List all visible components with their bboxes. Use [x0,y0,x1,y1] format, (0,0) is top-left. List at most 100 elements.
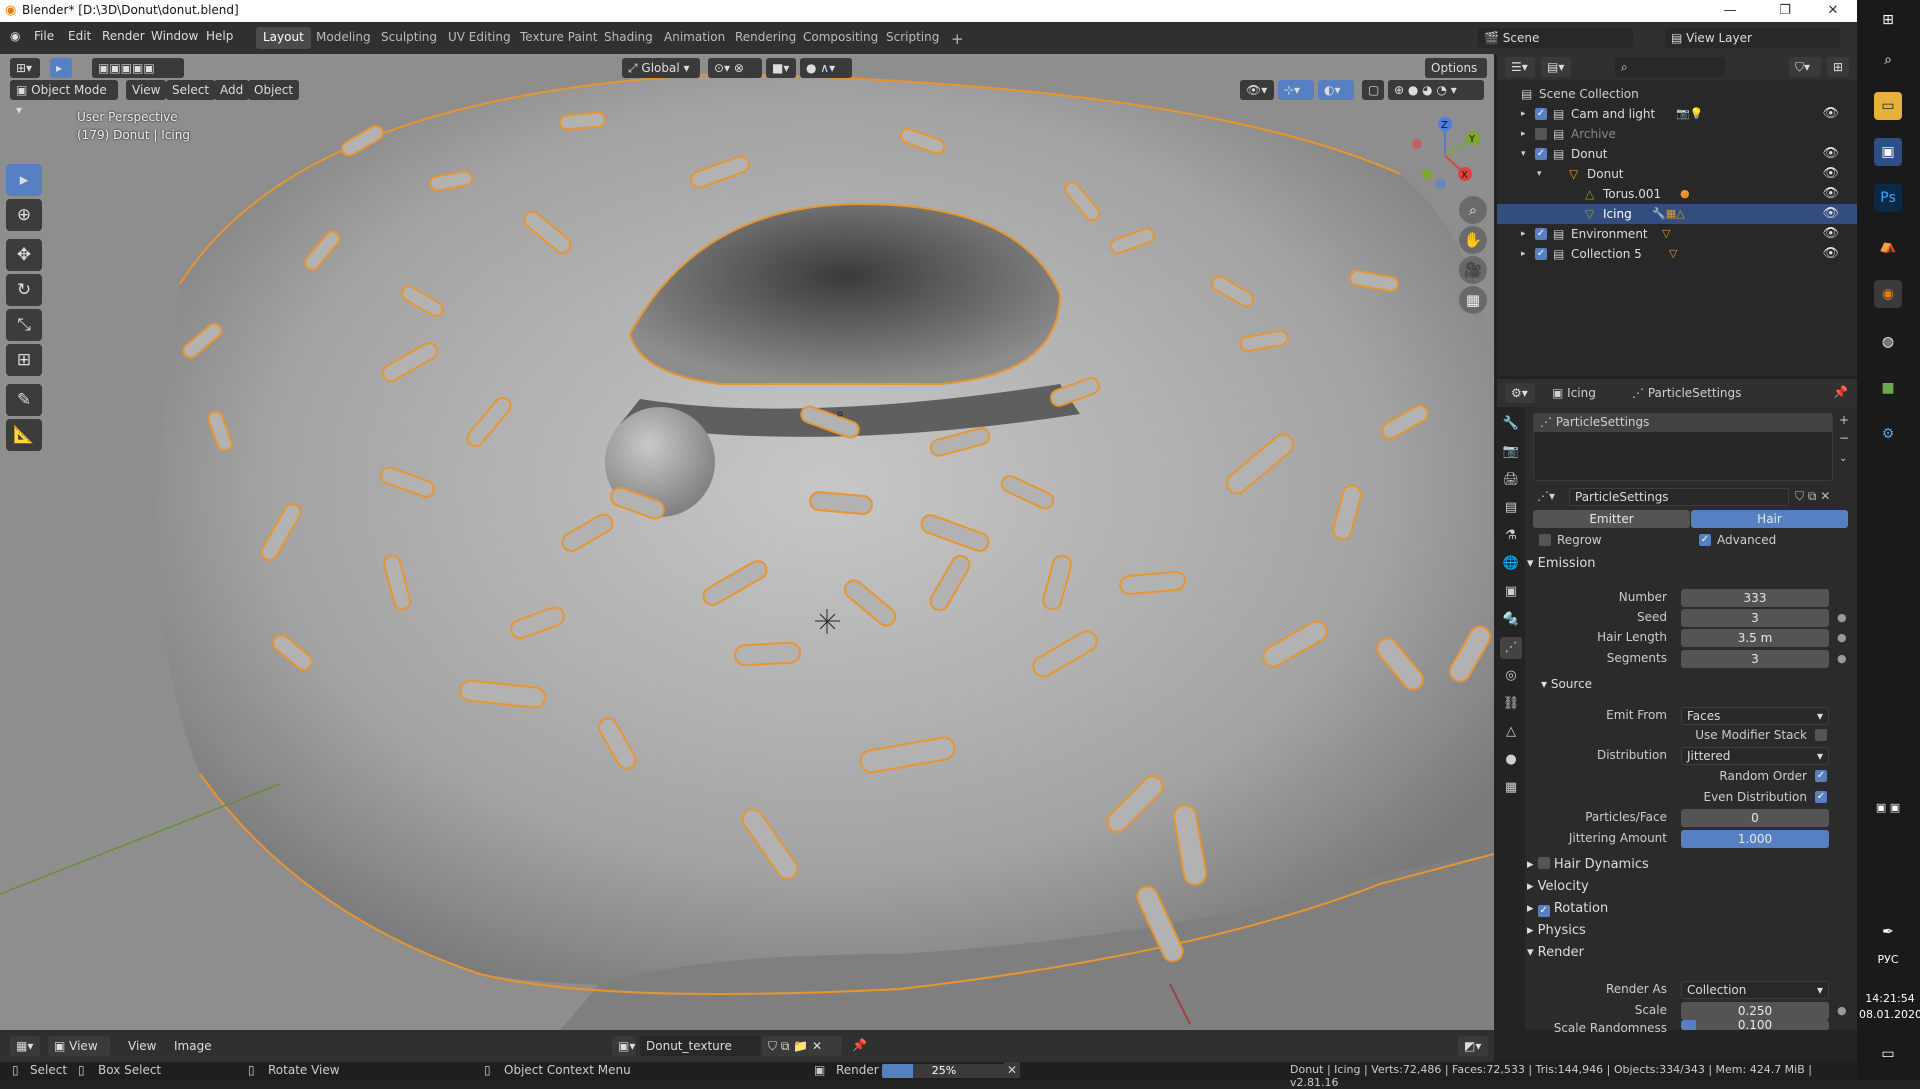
image-datablock-icons[interactable]: ⛉ ⧉ 📁 ✕ [762,1036,842,1056]
maximize-button[interactable]: ❐ [1762,0,1808,22]
expand-toggle-icon[interactable]: ▾ [1537,164,1542,184]
outliner-row[interactable]: ▸ ✓ ▤ Collection 5 ▽ 👁 [1497,244,1857,264]
exclude-checkbox[interactable] [1535,128,1547,140]
outliner-row[interactable]: ▾ ✓ ▤ Donut 👁 [1497,144,1857,164]
visibility-eye-icon[interactable]: 👁 [1822,144,1839,164]
pan-view-icon[interactable]: ✋ [1459,226,1487,254]
display-mode-icon[interactable]: ▤▾ [1541,57,1571,77]
hair-button[interactable]: Hair [1691,510,1848,528]
scale-field[interactable]: 0.250 [1681,1002,1829,1020]
visibility-eye-icon[interactable]: 👁 [1822,184,1839,204]
segments-field[interactable]: 3 [1681,650,1829,668]
particles-face-field[interactable]: 0 [1681,809,1829,827]
navigation-gizmo[interactable]: Z Y X [1405,116,1485,196]
particle-systems-list[interactable]: ⋰ ParticleSettings [1533,413,1833,481]
outliner-row-scene-collection[interactable]: ▤ Scene Collection [1497,84,1857,104]
render-as-dropdown[interactable]: Collection ▾ [1681,981,1829,999]
app-icon-archive[interactable]: ⛺ [1874,232,1902,260]
emitter-button[interactable]: Emitter [1533,510,1690,528]
exclude-checkbox[interactable]: ✓ [1535,108,1547,120]
move-tool-icon[interactable]: ✥ [6,239,42,271]
world-tab-icon[interactable]: 🌐 [1500,553,1522,575]
expand-toggle-icon[interactable]: ▾ [1521,144,1526,164]
velocity-panel-header[interactable]: ▸ Velocity [1527,876,1857,898]
jittering-amount-slider[interactable]: 1.000 [1681,830,1829,848]
zoom-view-icon[interactable]: ⌕ [1459,196,1487,224]
outliner-row[interactable]: ▸ ✓ ▤ Environment ▽ 👁 [1497,224,1857,244]
advanced-checkbox[interactable]: ✓ [1699,534,1711,546]
menu-window[interactable]: Window [151,29,198,43]
distribution-dropdown[interactable]: Jittered ▾ [1681,747,1829,765]
xray-icon[interactable]: ▢ [1362,80,1384,100]
rotation-checkbox[interactable]: ✓ [1537,905,1550,917]
notification-icon[interactable]: ▭ [1874,1040,1902,1068]
tool-tab-icon[interactable]: 🔧 [1500,413,1522,435]
pin-icon[interactable]: 📌 [1833,385,1848,399]
visibility-icon[interactable]: 👁▾ [1240,80,1274,100]
physics-tab-icon[interactable]: ◎ [1500,665,1522,687]
photoshop-icon[interactable]: Ps [1874,184,1902,212]
scale-tool-icon[interactable]: ⤡ [6,309,42,341]
view-layer-tab-icon[interactable]: ▤ [1500,497,1522,519]
outliner-row[interactable]: ▸ ▤ Archive [1497,124,1857,144]
language-indicator[interactable]: РУС [1874,946,1902,974]
tab-animation[interactable]: Animation [657,27,732,49]
remove-slot-icon[interactable]: − [1839,431,1849,445]
selection-mode-icons[interactable]: ▣▣▣▣▣ [92,58,184,78]
measure-tool-icon[interactable]: 📐 [6,419,42,451]
visibility-eye-icon[interactable]: 👁 [1822,104,1839,124]
viewport-menu-add[interactable]: Add [214,80,250,100]
menu-help[interactable]: Help [206,29,233,43]
segments-keyframe-icon[interactable]: ● [1837,652,1847,665]
add-workspace-icon[interactable]: + [944,27,971,49]
new-collection-icon[interactable]: ⊞ [1827,57,1849,77]
outliner-editor-type-icon[interactable]: ☰▾ [1505,57,1535,77]
output-tab-icon[interactable]: 🖨 [1500,469,1522,491]
source-panel-header[interactable]: ▾ Source [1541,673,1871,695]
transform-tool-icon[interactable]: ⊞ [6,344,42,376]
cancel-render-icon[interactable]: ✕ [1004,1062,1020,1078]
select-tool-icon[interactable]: ▸ [50,58,72,78]
data-type-icons[interactable]: ● [1680,184,1690,204]
shading-mode-icons[interactable]: ⊕ ● ◕ ◔ ▾ [1388,80,1484,100]
tab-texture-paint[interactable]: Texture Paint [513,27,604,49]
random-order-checkbox[interactable]: ✓ [1815,770,1827,782]
data-type-icons[interactable]: ▽ [1669,244,1677,264]
image-menu-view[interactable]: View [122,1036,162,1056]
image-display-icon[interactable]: ◩▾ [1458,1036,1488,1056]
tab-compositing[interactable]: Compositing [796,27,885,49]
modifier-tab-icon[interactable]: 🔩 [1500,609,1522,631]
expand-toggle-icon[interactable]: ▸ [1521,104,1526,124]
data-tab-icon[interactable]: △ [1500,721,1522,743]
hair-dynamics-panel-header[interactable]: ▸ Hair Dynamics [1527,854,1857,876]
use-modifier-stack-checkbox[interactable] [1815,729,1827,741]
add-slot-icon[interactable]: + [1839,413,1849,427]
image-browse-icon[interactable]: ▣▾ [612,1036,636,1056]
menu-edit[interactable]: Edit [68,29,91,43]
datablock-selector[interactable]: ParticleSettings [1569,488,1789,506]
rotation-panel-header[interactable]: ▸ ✓ Rotation [1527,898,1857,920]
blender-taskbar-icon[interactable]: ◉ [1874,280,1902,308]
data-type-icons[interactable]: 🔧▦△ [1652,204,1685,224]
windows-start-icon[interactable]: ⊞ [1874,6,1902,34]
texture-tab-icon[interactable]: ▦ [1500,777,1522,799]
slot-menu-icon[interactable]: ⌄ [1839,453,1847,464]
tab-layout[interactable]: Layout [256,27,311,49]
render-panel-header[interactable]: ▾ Render [1527,942,1857,964]
image-view-mode-dropdown[interactable]: ▣ View ▾ [48,1036,110,1073]
tray-icons[interactable]: ▣ ▣ [1870,794,1906,822]
image-editor-type-icon[interactable]: ▦▾ [10,1036,40,1056]
search-icon[interactable]: ⌕ [1874,46,1902,74]
file-explorer-icon[interactable]: ▭ [1874,92,1902,120]
tab-shading[interactable]: Shading [597,27,660,49]
visibility-eye-icon[interactable]: 👁 [1822,244,1839,264]
close-button[interactable]: ✕ [1810,0,1856,22]
number-field[interactable]: 333 [1681,589,1829,607]
camera-view-icon[interactable]: 🎥 [1459,256,1487,284]
filter-icon[interactable]: ⛉▾ [1789,57,1821,77]
overlay-toggle-icon[interactable]: ◐▾ [1318,80,1354,100]
fake-user-icon[interactable]: ⛉ ⧉ ✕ [1795,489,1830,504]
particle-system-item[interactable]: ⋰ ParticleSettings [1534,414,1832,432]
annotate-tool-icon[interactable]: ✎ [6,384,42,416]
visibility-eye-icon[interactable]: 👁 [1822,204,1839,224]
